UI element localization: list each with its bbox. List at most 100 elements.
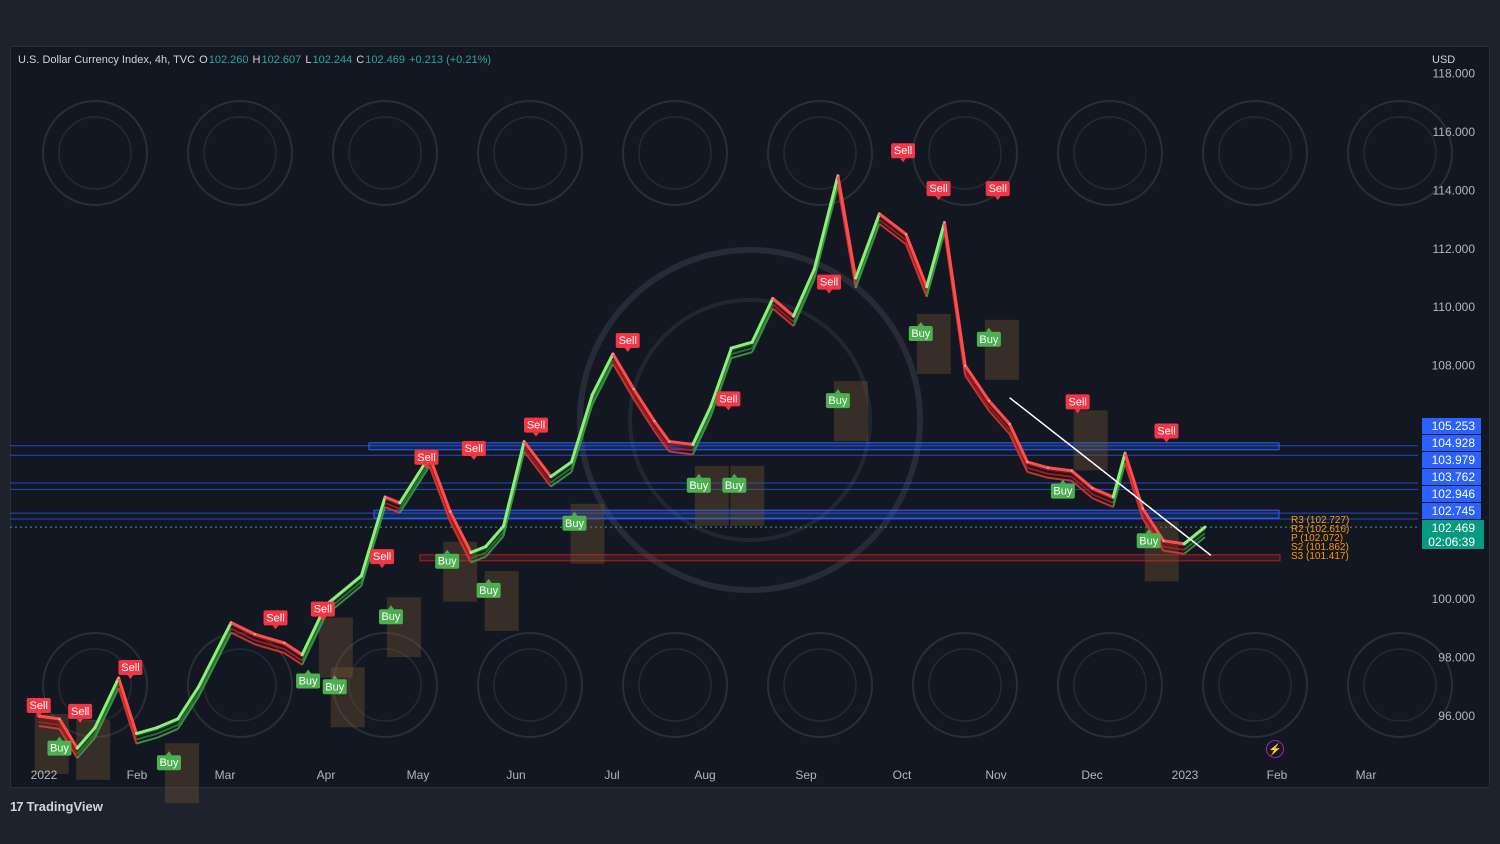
watermark-layer <box>42 100 1453 738</box>
y-tick-label: 108.000 <box>1432 359 1476 373</box>
range-box <box>916 313 951 374</box>
price-point <box>58 717 61 721</box>
ribbon-segment <box>360 502 386 583</box>
ribbon-segment <box>117 687 138 744</box>
price-point <box>925 285 928 288</box>
price-segment <box>836 174 858 280</box>
bolt-icon[interactable]: ⚡ <box>1266 740 1284 758</box>
watermark-ring <box>1218 648 1292 722</box>
sell-signal: Sell <box>615 333 640 352</box>
x-tick-label: Feb <box>127 768 148 782</box>
price-point <box>878 212 881 215</box>
price-point <box>591 393 594 396</box>
signal-pointer <box>900 158 907 163</box>
range-box <box>330 667 365 728</box>
ribbon-segment <box>751 308 774 353</box>
price-point <box>93 726 97 729</box>
x-tick-label: Aug <box>694 768 715 782</box>
price-point <box>1123 452 1127 455</box>
price-point <box>253 633 256 636</box>
range-box <box>694 465 729 526</box>
signal-label: Sell <box>373 551 391 563</box>
ribbon-segment <box>1047 472 1072 478</box>
price-point <box>469 551 473 554</box>
signal-label: Sell <box>527 420 545 432</box>
price-point <box>709 405 712 408</box>
symbol-header: U.S. Dollar Currency Index, 4h, TVC O102… <box>18 54 492 66</box>
signal-label: Sell <box>71 706 89 718</box>
price-point <box>1026 460 1029 464</box>
signal-label: Buy <box>1053 486 1072 498</box>
price-point <box>1112 495 1115 499</box>
price-segment <box>282 641 304 657</box>
signal-label: Buy <box>159 757 178 769</box>
axes: 2022 Feb Mar Apr May Jun Jul Aug Sep Oct Nov Dec 202… <box>31 67 1484 782</box>
low-label: L <box>305 54 312 66</box>
price-point <box>76 746 79 750</box>
x-tick-label: Dec <box>1081 768 1102 782</box>
signal-pointer <box>470 456 477 461</box>
price-point <box>522 440 526 443</box>
watermark-ring <box>203 116 277 190</box>
signal-label: Buy <box>565 518 584 530</box>
watermark-ring <box>1363 116 1437 190</box>
currency-label[interactable]: USD <box>1432 54 1455 66</box>
close-label: C <box>356 54 365 66</box>
pivot-label: S3 (101.417) <box>1291 551 1349 562</box>
sell-signal: Sell <box>1154 423 1179 443</box>
sell-signal: Sell <box>414 449 439 469</box>
buy-signal: Buy <box>296 669 321 689</box>
watermark-ring <box>783 116 857 190</box>
watermark-ring <box>638 648 712 722</box>
level-tag-label: 102.745 <box>1432 504 1476 518</box>
tradingview-logo-icon: 17 <box>10 799 24 814</box>
range-box <box>570 503 605 564</box>
close-value: 102.469 <box>365 54 405 66</box>
ribbon-segment <box>905 243 928 298</box>
level-tag-label: 105.253 <box>1432 419 1476 433</box>
tradingview-brand[interactable]: 17 TradingView <box>10 799 103 814</box>
price-point <box>904 233 908 236</box>
range-box <box>386 597 421 658</box>
ribbon-segment <box>669 450 694 456</box>
price-point <box>1070 469 1073 472</box>
price-point <box>135 732 138 735</box>
signal-label: Sell <box>30 700 48 712</box>
ribbon-segment <box>428 461 452 518</box>
range-box <box>730 465 765 526</box>
price-point <box>1141 507 1145 510</box>
level-tag: 103.979 <box>1422 452 1481 468</box>
price-point <box>176 717 180 721</box>
price-point <box>691 443 695 446</box>
price-segment <box>1111 451 1127 499</box>
signal-pointer <box>127 675 134 680</box>
price-point <box>632 387 635 391</box>
y-tick-label: 114.000 <box>1433 183 1476 197</box>
price-segment <box>197 621 233 689</box>
ribbon-segment <box>1047 476 1072 482</box>
price-segment <box>750 296 775 344</box>
sell-signal: Sell <box>461 441 486 461</box>
sell-signal: Sell <box>370 549 395 569</box>
level-tag: 105.253 <box>1422 418 1481 434</box>
watermark-ring <box>348 116 422 190</box>
watermark-ring <box>783 648 857 722</box>
ribbon-segment <box>197 628 233 694</box>
symbol-title[interactable]: U.S. Dollar Currency Index, 4h, TVC <box>18 54 195 66</box>
price-point <box>792 314 795 318</box>
range-box <box>164 743 199 804</box>
ribbon-segment <box>1124 458 1144 515</box>
y-tick-label: 118.000 <box>1433 67 1476 81</box>
price-point <box>229 621 233 624</box>
watermark-ring <box>1073 116 1147 190</box>
current-price-tag: 102.46902:06:39 <box>1422 520 1484 549</box>
ribbon-segment <box>523 446 552 484</box>
ribbon-segment <box>905 239 928 294</box>
countdown-timer: 02:06:39 <box>1428 535 1475 549</box>
price-chart[interactable]: Sell Buy Sell Sell Buy Sell Sell Buy Buy Sell Buy S… <box>0 0 1500 844</box>
level-tag: 102.745 <box>1422 503 1481 519</box>
ribbon-segment <box>117 683 138 740</box>
watermark-ring <box>1073 648 1147 722</box>
high-label: H <box>252 54 261 66</box>
price-segment <box>590 352 615 397</box>
